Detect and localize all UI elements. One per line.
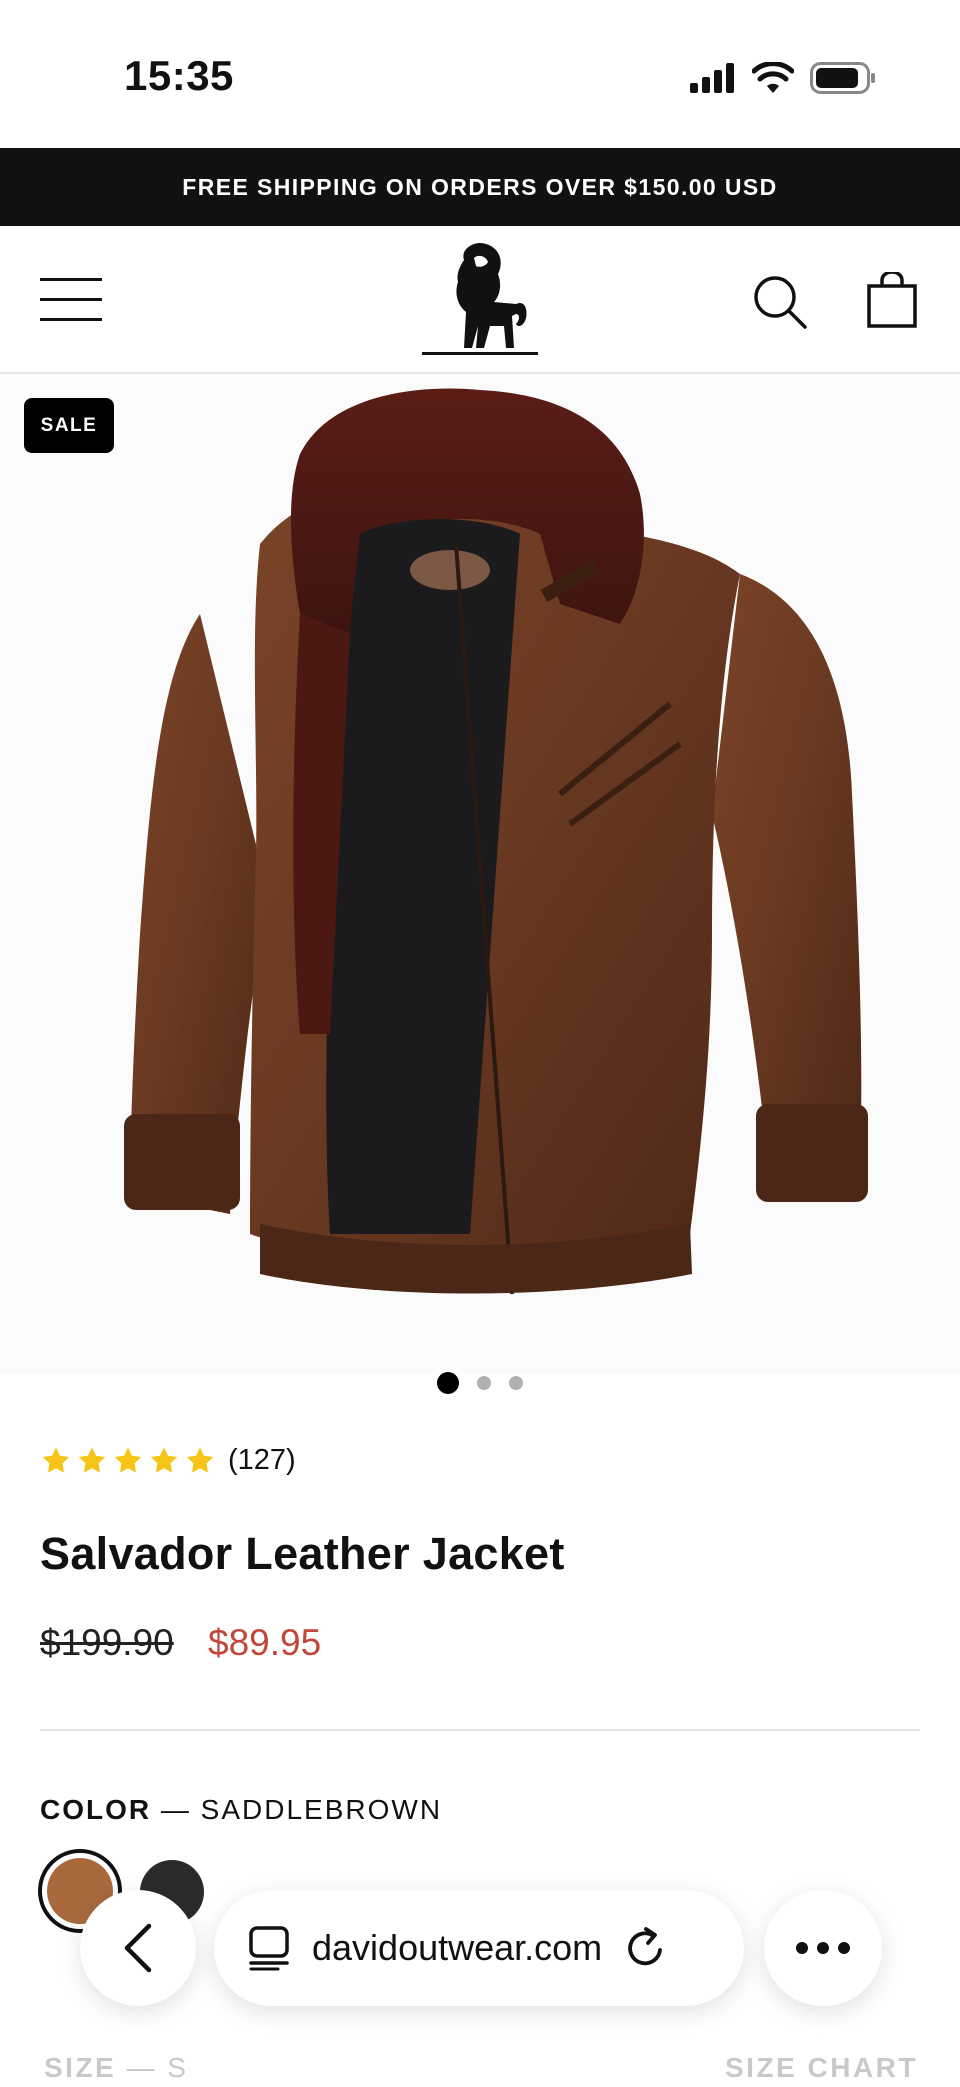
url-text[interactable]: davidoutwear.com <box>312 1927 602 1969</box>
product-rating[interactable]: (127) <box>40 1444 296 1477</box>
divider <box>40 1729 920 1731</box>
product-jacket-image[interactable] <box>0 374 960 1374</box>
hamburger-menu-icon[interactable] <box>40 278 102 322</box>
size-chart-link[interactable]: SIZE CHART <box>725 2052 918 2084</box>
browser-more-button[interactable] <box>764 1890 882 2006</box>
status-icons <box>690 58 876 98</box>
gallery-dot-1[interactable] <box>437 1372 459 1394</box>
reload-icon[interactable] <box>624 1926 668 1970</box>
color-selector-label: COLOR — SADDLEBROWN <box>40 1794 442 1826</box>
browser-back-button[interactable] <box>80 1890 196 2006</box>
gallery-dot-3[interactable] <box>509 1376 523 1390</box>
gallery-pagination <box>0 1372 960 1394</box>
star-icon <box>114 1446 142 1473</box>
size-separator: — <box>116 2052 168 2083</box>
battery-icon <box>810 62 875 94</box>
star-icon <box>78 1446 106 1473</box>
page-icon[interactable] <box>248 1925 290 1971</box>
shopping-bag-icon[interactable] <box>866 272 918 328</box>
color-label: COLOR <box>40 1794 152 1825</box>
size-selector-label: SIZE — S <box>44 2052 188 2084</box>
original-price: $199.90 <box>40 1622 174 1663</box>
site-header <box>0 226 960 374</box>
review-count[interactable]: (127) <box>228 1444 296 1477</box>
product-image-gallery[interactable] <box>0 374 960 1374</box>
cellular-signal-icon <box>690 63 734 93</box>
wifi-icon <box>752 62 794 93</box>
search-icon[interactable] <box>752 274 808 330</box>
size-value: S <box>167 2052 189 2083</box>
star-icon <box>186 1446 214 1473</box>
sale-badge: SALE <box>24 398 114 453</box>
status-time: 15:35 <box>124 52 234 99</box>
gallery-dot-2[interactable] <box>477 1376 491 1390</box>
announcement-text: FREE SHIPPING ON ORDERS OVER $150.00 USD <box>182 173 778 200</box>
star-icon <box>42 1446 70 1473</box>
star-icon <box>150 1446 178 1473</box>
lion-logo-icon[interactable] <box>420 240 540 360</box>
color-value: SADDLEBROWN <box>200 1794 443 1825</box>
announcement-bar: FREE SHIPPING ON ORDERS OVER $150.00 USD <box>0 148 960 226</box>
size-label: SIZE <box>44 2052 117 2083</box>
more-dots-icon <box>796 1942 850 1954</box>
sale-price: $89.95 <box>208 1622 322 1663</box>
browser-address-bar[interactable]: davidoutwear.com <box>214 1890 744 2006</box>
color-separator: — <box>151 1794 201 1825</box>
product-title: Salvador Leather Jacket <box>40 1528 565 1579</box>
chevron-left-icon <box>124 1923 152 1973</box>
